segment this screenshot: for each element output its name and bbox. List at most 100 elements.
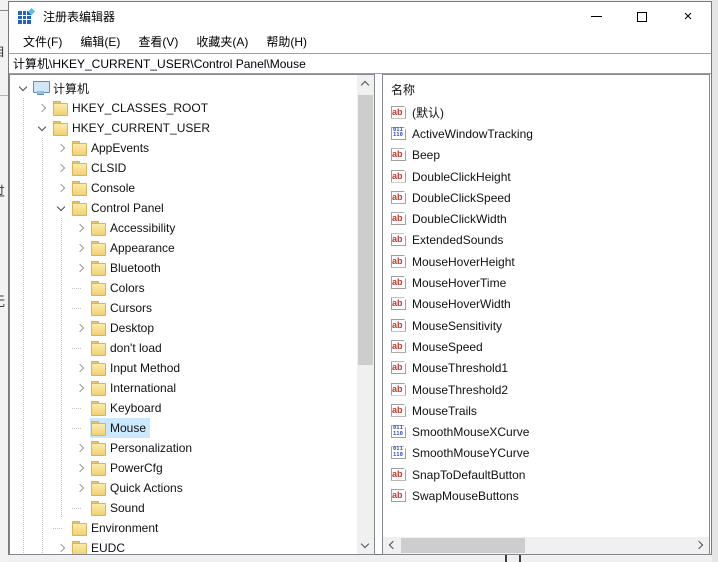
tree-item-appearance[interactable]: Appearance — [10, 238, 357, 258]
tree-item-personalization[interactable]: Personalization — [10, 438, 357, 458]
value-row-smoothmousexcurve[interactable]: 011110SmoothMouseXCurve — [391, 421, 709, 442]
value-row-snaptodefaultbutton[interactable]: abSnapToDefaultButton — [391, 464, 709, 485]
column-header-name[interactable]: 名称 — [383, 75, 709, 102]
tree-item-label: Mouse — [109, 421, 146, 435]
tree-item-hkey-current-user[interactable]: HKEY_CURRENT_USER — [10, 118, 357, 138]
tree-item-console[interactable]: Console — [10, 178, 357, 198]
chevron-collapsed-icon[interactable] — [72, 478, 90, 498]
value-row-mousethreshold2[interactable]: abMouseThreshold2 — [391, 379, 709, 400]
close-button[interactable]: × — [665, 2, 711, 31]
tree-indent-guide — [15, 238, 34, 258]
value-row-doubleclickspeed[interactable]: abDoubleClickSpeed — [391, 187, 709, 208]
tree-item-input-method[interactable]: Input Method — [10, 358, 357, 378]
value-row-doubleclickwidth[interactable]: abDoubleClickWidth — [391, 208, 709, 229]
value-row-mousehovertime[interactable]: abMouseHoverTime — [391, 272, 709, 293]
tree-item-accessibility[interactable]: Accessibility — [10, 218, 357, 238]
value-row-mousehoverwidth[interactable]: abMouseHoverWidth — [391, 294, 709, 315]
tree-item-bluetooth[interactable]: Bluetooth — [10, 258, 357, 278]
background-line — [0, 95, 8, 96]
tree-item-powercfg[interactable]: PowerCfg — [10, 458, 357, 478]
chevron-collapsed-icon[interactable] — [53, 178, 71, 198]
tree-item-environment[interactable]: Environment — [10, 518, 357, 538]
tree-item-keyboard[interactable]: Keyboard — [10, 398, 357, 418]
chevron-expanded-icon[interactable] — [53, 198, 71, 218]
scroll-right-button[interactable] — [692, 537, 709, 554]
chevron-collapsed-icon[interactable] — [53, 538, 71, 555]
tree-item-sound[interactable]: Sound — [10, 498, 357, 518]
tree-item-cursors[interactable]: Cursors — [10, 298, 357, 318]
tree-item-colors[interactable]: Colors — [10, 278, 357, 298]
value-row-mousespeed[interactable]: abMouseSpeed — [391, 336, 709, 357]
value-row-beep[interactable]: abBeep — [391, 145, 709, 166]
value-row-mousesensitivity[interactable]: abMouseSensitivity — [391, 315, 709, 336]
scroll-left-button[interactable] — [383, 537, 400, 554]
registry-values-pane: 名称 ab(默认)011110ActiveWindowTrackingabBee… — [382, 74, 710, 555]
tree-item-international[interactable]: International — [10, 378, 357, 398]
tree-vertical-scrollbar[interactable] — [357, 75, 374, 554]
tree-item-quick-actions[interactable]: Quick Actions — [10, 478, 357, 498]
tree-item-hkey-classes-root[interactable]: HKEY_CLASSES_ROOT — [10, 98, 357, 118]
menu-help[interactable]: 帮助(H) — [257, 31, 316, 53]
tree-item-appevents[interactable]: AppEvents — [10, 138, 357, 158]
chevron-collapsed-icon[interactable] — [72, 358, 90, 378]
chevron-collapsed-icon[interactable] — [72, 318, 90, 338]
tree-indent-guide — [15, 298, 34, 318]
value-row-activewindowtracking[interactable]: 011110ActiveWindowTracking — [391, 123, 709, 144]
value-row-mousetrails[interactable]: abMouseTrails — [391, 400, 709, 421]
reg-binary-icon: 011110 — [391, 446, 407, 460]
chevron-collapsed-icon[interactable] — [72, 378, 90, 398]
scrollbar-thumb[interactable] — [401, 538, 525, 553]
tree-indent-guide — [34, 298, 53, 318]
chevron-collapsed-icon[interactable] — [72, 438, 90, 458]
value-row-extendedsounds[interactable]: abExtendedSounds — [391, 230, 709, 251]
tree-item-label: 计算机 — [52, 80, 89, 97]
reg-sz-icon: ab — [391, 170, 407, 184]
menu-file[interactable]: 文件(F) — [14, 31, 71, 53]
chevron-collapsed-icon[interactable] — [72, 238, 90, 258]
folder-icon — [90, 218, 109, 238]
chevron-expanded-icon[interactable] — [15, 78, 33, 98]
tree-indent-guide — [15, 218, 34, 238]
menu-edit[interactable]: 编辑(E) — [71, 31, 129, 53]
tree-item-control-panel[interactable]: Control Panel — [10, 198, 357, 218]
folder-icon — [90, 378, 109, 398]
tree-indent-guide — [15, 158, 34, 178]
value-row-swapmousebuttons[interactable]: abSwapMouseButtons — [391, 485, 709, 506]
tree-item-don-t-load[interactable]: don't load — [10, 338, 357, 358]
tree-item-mouse[interactable]: Mouse — [10, 418, 357, 438]
value-row-doubleclickheight[interactable]: abDoubleClickHeight — [391, 166, 709, 187]
value-row-mousethreshold1[interactable]: abMouseThreshold1 — [391, 358, 709, 379]
chevron-collapsed-icon[interactable] — [53, 158, 71, 178]
reg-sz-icon: ab — [391, 106, 407, 120]
scroll-down-button[interactable] — [357, 537, 374, 554]
menu-view[interactable]: 查看(V) — [129, 31, 187, 53]
maximize-button[interactable] — [619, 2, 665, 31]
address-bar[interactable]: 计算机\HKEY_CURRENT_USER\Control Panel\Mous… — [9, 53, 711, 74]
tree-indent-guide — [53, 238, 72, 258]
values-horizontal-scrollbar[interactable] — [383, 537, 709, 554]
tree-item-desktop[interactable]: Desktop — [10, 318, 357, 338]
folder-icon — [90, 258, 109, 278]
folder-icon — [90, 278, 109, 298]
value-row-smoothmouseycurve[interactable]: 011110SmoothMouseYCurve — [391, 443, 709, 464]
chevron-collapsed-icon[interactable] — [72, 258, 90, 278]
chevron-collapsed-icon[interactable] — [34, 98, 52, 118]
value-row-mousehoverheight[interactable]: abMouseHoverHeight — [391, 251, 709, 272]
minimize-button[interactable] — [573, 2, 619, 31]
tree-item-eudc[interactable]: EUDC — [10, 538, 357, 555]
reg-sz-icon: ab — [391, 404, 407, 418]
reg-sz-icon: ab — [391, 255, 407, 269]
tree-item-计算机[interactable]: 计算机 — [10, 78, 357, 98]
chevron-collapsed-icon[interactable] — [72, 458, 90, 478]
tree-item-clsid[interactable]: CLSID — [10, 158, 357, 178]
scrollbar-thumb[interactable] — [358, 95, 373, 365]
title-bar[interactable]: 注册表编辑器 × — [9, 2, 711, 31]
tree-indent-guide — [34, 158, 53, 178]
value-row--默认-[interactable]: ab(默认) — [391, 102, 709, 123]
chevron-expanded-icon[interactable] — [34, 118, 52, 138]
scroll-up-button[interactable] — [357, 75, 374, 92]
menu-favorites[interactable]: 收藏夹(A) — [187, 31, 257, 53]
tree-item-label: Cursors — [109, 301, 152, 315]
chevron-collapsed-icon[interactable] — [53, 138, 71, 158]
chevron-collapsed-icon[interactable] — [72, 218, 90, 238]
